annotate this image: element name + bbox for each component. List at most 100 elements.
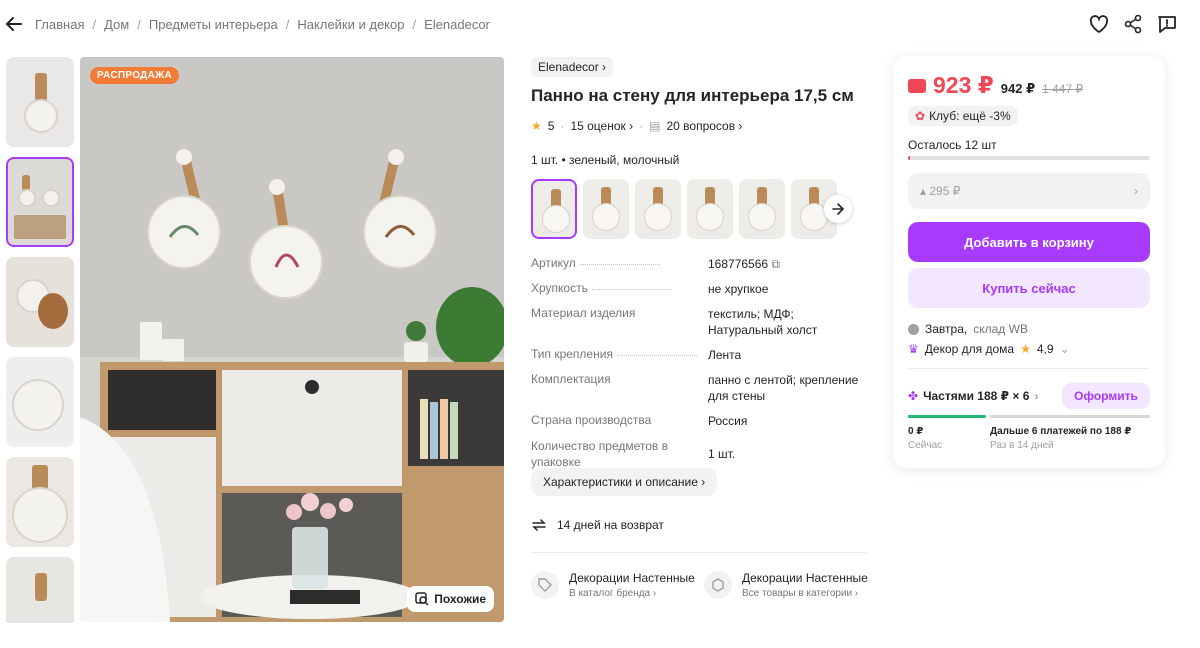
thumbnail[interactable]	[6, 357, 74, 447]
wb-price-row[interactable]: ▴ 295 ₽ ›	[908, 173, 1150, 209]
installment-link[interactable]: ✤ Частями 188 ₽ × 6 ›	[908, 389, 1038, 403]
brand-link[interactable]: Elenadecor ›	[531, 57, 614, 77]
breadcrumb-item[interactable]: Наклейки и декор	[297, 17, 404, 32]
wallet-icon	[908, 79, 926, 93]
product-info: Elenadecor › Панно на стену для интерьер…	[531, 57, 871, 239]
specs-table: Артикул 168776566 ⧉ Хрупкость не хрупкое…	[531, 256, 871, 479]
installment-icon: ✤	[908, 389, 919, 403]
spec-row: Страна производства Россия	[531, 413, 871, 429]
delivery-day: Завтра,	[925, 322, 968, 336]
heart-icon[interactable]	[1088, 13, 1110, 35]
article-number: 168776566	[708, 257, 769, 271]
product-title: Панно на стену для интерьера 17,5 см	[531, 86, 854, 105]
report-icon[interactable]	[1156, 13, 1178, 35]
installment-now: 0 ₽ Сейчас	[908, 426, 942, 451]
link-title: Декорации Настенные	[742, 571, 868, 585]
spec-row: Количество предметов в упаковке 1 шт.	[531, 438, 871, 470]
breadcrumb-item[interactable]: Дом	[104, 17, 129, 32]
variant-swatch[interactable]	[583, 179, 629, 239]
stock-text: Осталось 12 шт	[908, 138, 997, 152]
club-badge[interactable]: ✿ Клуб: ещё -3%	[908, 106, 1018, 126]
spec-key: Страна производства	[531, 413, 652, 427]
questions-link[interactable]: 20 вопросов ›	[666, 119, 742, 133]
brand-catalog-link[interactable]: Декорации Настенные В каталог бренда ›	[531, 571, 695, 599]
variant-swatch[interactable]	[687, 179, 733, 239]
tag-icon	[531, 571, 559, 599]
variant-swatch[interactable]	[635, 179, 681, 239]
product-photo	[80, 57, 504, 622]
copy-icon[interactable]: ⧉	[771, 257, 780, 271]
thumbnail[interactable]	[6, 457, 74, 547]
thumbnail[interactable]	[6, 257, 74, 347]
thumbnail[interactable]	[6, 57, 74, 147]
characteristics-label: Характеристики и описание	[543, 475, 698, 489]
chevron-right-icon: ›	[1134, 184, 1138, 198]
seller-link[interactable]: ♛ Декор для дома ★ 4,9 ⌄	[908, 342, 1070, 356]
delivery-icon	[908, 323, 919, 335]
buy-card: 923 ₽ 942 ₽ 1 447 ₽ ✿ Клуб: ещё -3% Оста…	[893, 56, 1165, 468]
sale-badge: РАСПРОДАЖА	[90, 67, 179, 84]
variant-swatch[interactable]	[739, 179, 785, 239]
spec-value: Россия	[708, 414, 748, 428]
buy-now-button[interactable]: Купить сейчас	[908, 268, 1150, 308]
spec-key: Материал изделия	[531, 306, 636, 320]
share-icon[interactable]	[1122, 13, 1144, 35]
back-arrow-icon[interactable]	[4, 14, 24, 34]
spec-value: панно с лентой; крепление для стены	[708, 373, 859, 403]
star-icon: ★	[1020, 342, 1031, 356]
installment-later-amount: Дальше 6 платежей по 188 ₽	[990, 426, 1132, 437]
variant-swatches	[531, 179, 852, 239]
link-subtitle: В каталог бренда	[569, 588, 651, 599]
breadcrumb: Главная / Дом / Предметы интерьера / Наклей…	[35, 17, 490, 32]
return-info: 14 дней на возврат	[531, 517, 664, 533]
club-text: Клуб: ещё -3%	[929, 109, 1011, 123]
price-old: 1 447 ₽	[1042, 82, 1084, 96]
spec-key: Тип крепления	[531, 347, 613, 361]
spec-key: Артикул	[531, 256, 576, 270]
installment-text: Частями 188 ₽ × 6	[923, 389, 1030, 403]
spec-row: Артикул 168776566 ⧉	[531, 256, 871, 272]
add-to-cart-button[interactable]: Добавить в корзину	[908, 222, 1150, 262]
spec-key: Комплектация	[531, 372, 611, 386]
questions-icon: ▤	[649, 119, 661, 133]
price-without-wallet: 942 ₽	[1000, 81, 1036, 96]
link-title: Декорации Настенные	[569, 571, 695, 585]
category-link[interactable]: Декорации Настенные Все товары в категори…	[704, 571, 868, 599]
spec-value: не хрупкое	[708, 282, 769, 296]
spec-value: текстиль; МДФ; Натуральный холст	[708, 307, 818, 337]
box-icon	[704, 571, 732, 599]
breadcrumb-item[interactable]: Главная	[35, 17, 84, 32]
variant-swatch-active[interactable]	[531, 179, 577, 239]
search-similar-icon	[415, 592, 429, 606]
breadcrumb-item[interactable]: Elenadecor	[424, 17, 490, 32]
swatches-next-button[interactable]	[824, 195, 852, 223]
chevron-right-icon: ›	[1034, 389, 1039, 403]
delivery-info: Завтра, склад WB	[908, 322, 1028, 336]
divider	[908, 368, 1150, 369]
return-icon	[532, 519, 546, 531]
thumbnail-active[interactable]	[6, 157, 74, 247]
delivery-place: склад WB	[973, 322, 1028, 336]
price-current: 923 ₽	[933, 72, 994, 98]
arrange-installment-button[interactable]: Оформить	[1062, 383, 1150, 409]
seller-name: Декор для дома	[924, 342, 1015, 356]
main-product-image[interactable]: РАСПРОДАЖА Похожие	[80, 57, 504, 622]
spec-row: Комплектация панно с лентой; крепление д…	[531, 372, 871, 404]
link-subtitle: Все товары в категории	[742, 588, 853, 599]
spec-row: Хрупкость не хрупкое	[531, 281, 871, 297]
spec-value: 1 шт.	[708, 447, 736, 461]
wb-price: 295 ₽	[929, 184, 961, 198]
reviews-link[interactable]: 15 оценок ›	[570, 119, 633, 133]
triangle-icon: ▴	[920, 184, 927, 198]
brand-name: Elenadecor	[538, 60, 599, 74]
installment-later: Дальше 6 платежей по 188 ₽ Раз в 14 дней	[990, 426, 1131, 451]
installment-later-label: Раз в 14 дней	[990, 440, 1054, 451]
divider	[531, 552, 867, 553]
thumbnail[interactable]	[6, 557, 74, 623]
club-icon: ✿	[915, 109, 926, 123]
similar-button[interactable]: Похожие	[407, 586, 494, 612]
breadcrumb-item[interactable]: Предметы интерьера	[149, 17, 278, 32]
arrow-right-icon	[832, 203, 845, 215]
characteristics-button[interactable]: Характеристики и описание ›	[531, 468, 718, 496]
variant-label: 1 шт. • зеленый, молочный	[531, 153, 680, 167]
